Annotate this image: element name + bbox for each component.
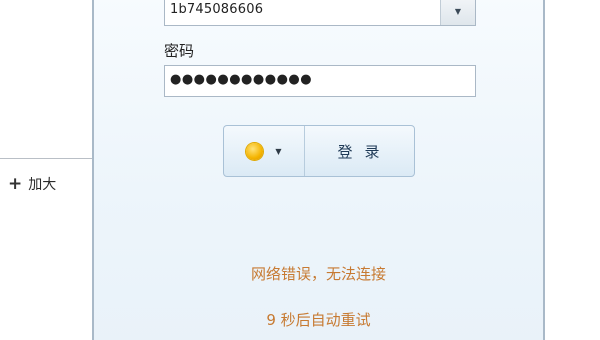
login-panel: 1b745086606 ▼ 密码 ●●●●●●●●●●●● ▼ 登录 网络错误，…	[92, 0, 545, 340]
error-message: 网络错误，无法连接	[250, 265, 386, 283]
left-divider	[0, 158, 94, 159]
chevron-down-icon: ▼	[454, 6, 462, 16]
plus-icon: +	[8, 173, 23, 194]
account-field[interactable]: 1b745086606 ▼	[164, 0, 476, 26]
password-value: ●●●●●●●●●●●●	[170, 72, 313, 87]
account-dropdown-button[interactable]: ▼	[440, 0, 475, 25]
account-value: 1b745086606	[170, 2, 264, 17]
zoom-in-button[interactable]: + 加大	[8, 173, 56, 195]
login-screen: + 加大 1b745086606 ▼ 密码 ●●●●●●●●●●●● ▼ 登录 …	[0, 0, 600, 340]
login-button-group: ▼ 登录	[223, 125, 415, 177]
zoom-in-label: 加大	[28, 177, 57, 193]
password-field[interactable]: ●●●●●●●●●●●●	[164, 65, 476, 97]
retry-countdown: 9 秒后自动重试	[266, 311, 371, 329]
login-button[interactable]: 登录	[305, 126, 414, 176]
status-selector[interactable]: ▼	[224, 126, 305, 176]
chevron-down-icon: ▼	[275, 146, 282, 156]
online-status-icon	[246, 142, 264, 160]
password-label: 密码	[164, 42, 195, 60]
